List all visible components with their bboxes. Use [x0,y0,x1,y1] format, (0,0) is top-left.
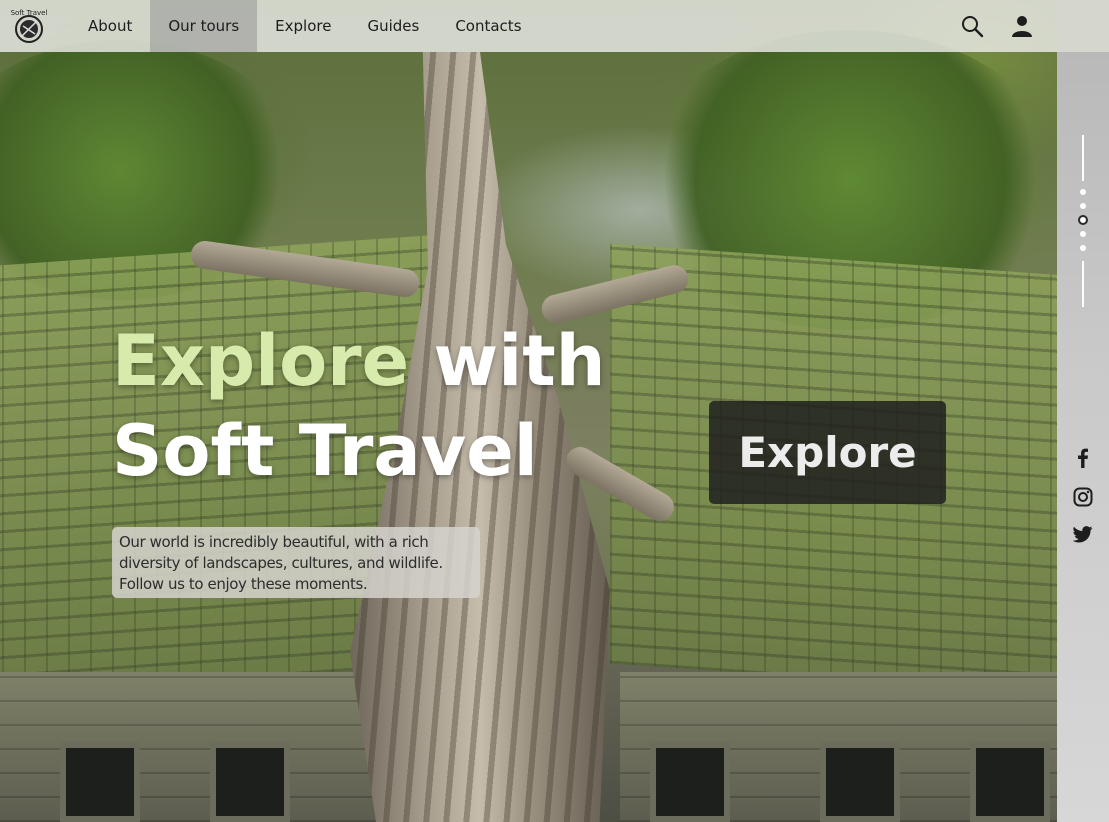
search-icon[interactable] [960,14,984,38]
nav-item-contacts[interactable]: Contacts [437,0,539,52]
nav-item-guides[interactable]: Guides [349,0,437,52]
twitter-icon[interactable] [1073,524,1093,544]
nav-item-our-tours[interactable]: Our tours [150,0,258,52]
pager-dot-5[interactable] [1080,245,1086,251]
facebook-icon[interactable] [1073,448,1093,468]
hero-headline: Explore with Soft Travel [112,316,606,496]
main-menu: About Our tours Explore Guides Contacts [70,0,540,52]
user-icon[interactable] [1010,14,1034,38]
headline-line-2: Soft Travel [112,410,538,492]
headline-rest: with [409,320,606,402]
headline-accent-word: Explore [112,320,410,402]
temple-window [820,742,900,822]
hero-tagline: Our world is incredibly beautiful, with … [112,527,480,598]
explore-cta-button[interactable]: Explore [709,401,946,504]
nav-item-explore[interactable]: Explore [257,0,349,52]
nav-item-about[interactable]: About [70,0,150,52]
pager-line-bottom [1082,261,1084,307]
brand-logo[interactable]: Soft Travel [7,6,51,46]
pager-dot-4[interactable] [1080,231,1086,237]
temple-window [60,742,140,822]
headline-line-1: Explore with [112,316,606,406]
tagline-line: diversity of landscapes, cultures, and w… [119,554,443,572]
pager-dot-3-active[interactable] [1078,215,1088,225]
temple-wall-right [620,672,1057,822]
temple-window [970,742,1050,822]
top-navigation-bar: Soft Travel About Our tours Explore Guid… [0,0,1109,52]
pager-dot-1[interactable] [1080,189,1086,195]
pager-dot-2[interactable] [1080,203,1086,209]
instagram-icon[interactable] [1073,487,1093,507]
temple-window [210,742,290,822]
side-rail [1057,52,1109,822]
logo-text: Soft Travel [11,9,48,17]
pager-line-top [1082,135,1084,181]
tagline-line: Our world is incredibly beautiful, with … [119,533,429,551]
tagline-line: Follow us to enjoy these moments. [119,575,368,593]
temple-window [650,742,730,822]
